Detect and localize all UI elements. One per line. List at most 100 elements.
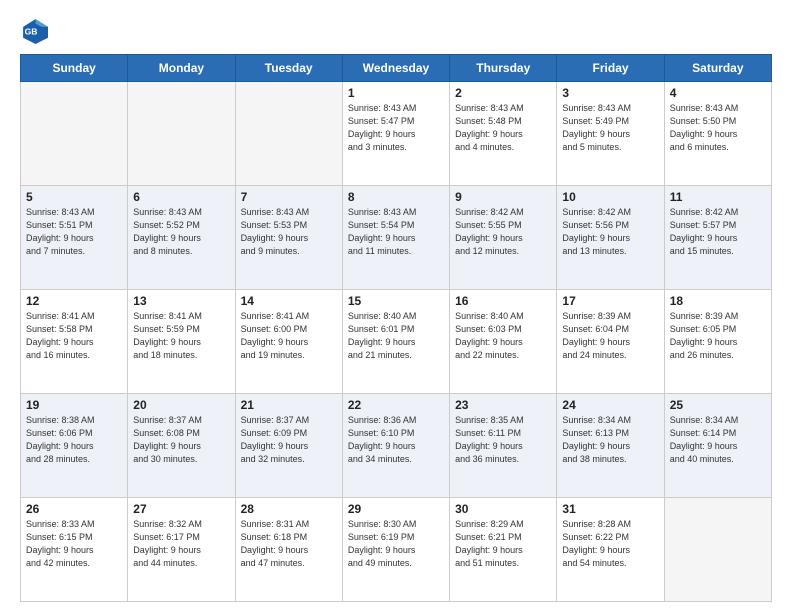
- day-info: Sunrise: 8:43 AM Sunset: 5:54 PM Dayligh…: [348, 206, 444, 258]
- calendar-empty-cell: [128, 82, 235, 186]
- day-number: 22: [348, 398, 444, 412]
- day-number: 27: [133, 502, 229, 516]
- calendar-day-1: 1 Sunrise: 8:43 AM Sunset: 5:47 PM Daylig…: [342, 82, 449, 186]
- calendar-day-23: 23 Sunrise: 8:35 AM Sunset: 6:11 PM Dayli…: [450, 394, 557, 498]
- day-info: Sunrise: 8:28 AM Sunset: 6:22 PM Dayligh…: [562, 518, 658, 570]
- calendar-day-17: 17 Sunrise: 8:39 AM Sunset: 6:04 PM Dayli…: [557, 290, 664, 394]
- day-info: Sunrise: 8:42 AM Sunset: 5:55 PM Dayligh…: [455, 206, 551, 258]
- day-info: Sunrise: 8:29 AM Sunset: 6:21 PM Dayligh…: [455, 518, 551, 570]
- day-header-wednesday: Wednesday: [342, 55, 449, 82]
- day-number: 16: [455, 294, 551, 308]
- day-header-tuesday: Tuesday: [235, 55, 342, 82]
- calendar-day-13: 13 Sunrise: 8:41 AM Sunset: 5:59 PM Dayli…: [128, 290, 235, 394]
- calendar-table: SundayMondayTuesdayWednesdayThursdayFrid…: [20, 54, 772, 602]
- day-info: Sunrise: 8:43 AM Sunset: 5:52 PM Dayligh…: [133, 206, 229, 258]
- calendar-day-3: 3 Sunrise: 8:43 AM Sunset: 5:49 PM Daylig…: [557, 82, 664, 186]
- calendar-day-2: 2 Sunrise: 8:43 AM Sunset: 5:48 PM Daylig…: [450, 82, 557, 186]
- logo: GB: [20, 16, 52, 44]
- calendar-week-5: 26 Sunrise: 8:33 AM Sunset: 6:15 PM Dayli…: [21, 498, 772, 602]
- day-info: Sunrise: 8:43 AM Sunset: 5:50 PM Dayligh…: [670, 102, 766, 154]
- day-number: 9: [455, 190, 551, 204]
- day-header-monday: Monday: [128, 55, 235, 82]
- day-info: Sunrise: 8:39 AM Sunset: 6:05 PM Dayligh…: [670, 310, 766, 362]
- day-info: Sunrise: 8:43 AM Sunset: 5:48 PM Dayligh…: [455, 102, 551, 154]
- calendar-day-16: 16 Sunrise: 8:40 AM Sunset: 6:03 PM Dayli…: [450, 290, 557, 394]
- calendar-empty-cell: [21, 82, 128, 186]
- day-info: Sunrise: 8:43 AM Sunset: 5:53 PM Dayligh…: [241, 206, 337, 258]
- header: GB: [20, 16, 772, 44]
- generalblue-logo-icon: GB: [20, 16, 48, 44]
- day-number: 8: [348, 190, 444, 204]
- day-number: 4: [670, 86, 766, 100]
- day-number: 3: [562, 86, 658, 100]
- day-number: 13: [133, 294, 229, 308]
- page: GB SundayMondayTuesdayWednesdayThursdayF…: [0, 0, 792, 612]
- day-number: 6: [133, 190, 229, 204]
- day-number: 11: [670, 190, 766, 204]
- calendar-day-31: 31 Sunrise: 8:28 AM Sunset: 6:22 PM Dayli…: [557, 498, 664, 602]
- day-info: Sunrise: 8:42 AM Sunset: 5:56 PM Dayligh…: [562, 206, 658, 258]
- day-number: 20: [133, 398, 229, 412]
- day-number: 26: [26, 502, 122, 516]
- day-number: 23: [455, 398, 551, 412]
- calendar-day-6: 6 Sunrise: 8:43 AM Sunset: 5:52 PM Daylig…: [128, 186, 235, 290]
- day-info: Sunrise: 8:32 AM Sunset: 6:17 PM Dayligh…: [133, 518, 229, 570]
- day-number: 12: [26, 294, 122, 308]
- day-number: 7: [241, 190, 337, 204]
- calendar-day-9: 9 Sunrise: 8:42 AM Sunset: 5:55 PM Daylig…: [450, 186, 557, 290]
- day-info: Sunrise: 8:37 AM Sunset: 6:08 PM Dayligh…: [133, 414, 229, 466]
- day-info: Sunrise: 8:43 AM Sunset: 5:49 PM Dayligh…: [562, 102, 658, 154]
- day-info: Sunrise: 8:35 AM Sunset: 6:11 PM Dayligh…: [455, 414, 551, 466]
- day-number: 1: [348, 86, 444, 100]
- day-info: Sunrise: 8:42 AM Sunset: 5:57 PM Dayligh…: [670, 206, 766, 258]
- day-number: 28: [241, 502, 337, 516]
- calendar-day-5: 5Sunrise: 8:43 AM Sunset: 5:51 PM Daylig…: [21, 186, 128, 290]
- calendar-day-30: 30 Sunrise: 8:29 AM Sunset: 6:21 PM Dayli…: [450, 498, 557, 602]
- day-info: Sunrise: 8:33 AM Sunset: 6:15 PM Dayligh…: [26, 518, 122, 570]
- calendar-day-11: 11 Sunrise: 8:42 AM Sunset: 5:57 PM Dayli…: [664, 186, 771, 290]
- calendar-day-19: 19 Sunrise: 8:38 AM Sunset: 6:06 PM Dayli…: [21, 394, 128, 498]
- day-number: 14: [241, 294, 337, 308]
- calendar-header-row: SundayMondayTuesdayWednesdayThursdayFrid…: [21, 55, 772, 82]
- day-number: 15: [348, 294, 444, 308]
- day-info: Sunrise: 8:41 AM Sunset: 5:58 PM Dayligh…: [26, 310, 122, 362]
- calendar-day-20: 20 Sunrise: 8:37 AM Sunset: 6:08 PM Dayli…: [128, 394, 235, 498]
- day-number: 24: [562, 398, 658, 412]
- calendar-day-24: 24 Sunrise: 8:34 AM Sunset: 6:13 PM Dayli…: [557, 394, 664, 498]
- calendar-day-29: 29Sunrise: 8:30 AM Sunset: 6:19 PM Dayli…: [342, 498, 449, 602]
- calendar-day-22: 22 Sunrise: 8:36 AM Sunset: 6:10 PM Dayli…: [342, 394, 449, 498]
- day-header-saturday: Saturday: [664, 55, 771, 82]
- day-info: Sunrise: 8:38 AM Sunset: 6:06 PM Dayligh…: [26, 414, 122, 466]
- day-number: 19: [26, 398, 122, 412]
- calendar-day-8: 8 Sunrise: 8:43 AM Sunset: 5:54 PM Daylig…: [342, 186, 449, 290]
- day-number: 31: [562, 502, 658, 516]
- day-info: Sunrise: 8:41 AM Sunset: 6:00 PM Dayligh…: [241, 310, 337, 362]
- calendar-empty-cell: [235, 82, 342, 186]
- day-info: Sunrise: 8:39 AM Sunset: 6:04 PM Dayligh…: [562, 310, 658, 362]
- calendar-day-14: 14 Sunrise: 8:41 AM Sunset: 6:00 PM Dayli…: [235, 290, 342, 394]
- calendar-day-10: 10 Sunrise: 8:42 AM Sunset: 5:56 PM Dayli…: [557, 186, 664, 290]
- day-info: Sunrise: 8:34 AM Sunset: 6:13 PM Dayligh…: [562, 414, 658, 466]
- day-info: Sunrise: 8:43 AM Sunset: 5:51 PM Dayligh…: [26, 206, 122, 258]
- day-header-thursday: Thursday: [450, 55, 557, 82]
- calendar-week-1: 1 Sunrise: 8:43 AM Sunset: 5:47 PM Daylig…: [21, 82, 772, 186]
- day-number: 10: [562, 190, 658, 204]
- calendar-day-12: 12 Sunrise: 8:41 AM Sunset: 5:58 PM Dayli…: [21, 290, 128, 394]
- day-info: Sunrise: 8:40 AM Sunset: 6:01 PM Dayligh…: [348, 310, 444, 362]
- day-number: 17: [562, 294, 658, 308]
- day-number: 21: [241, 398, 337, 412]
- day-number: 25: [670, 398, 766, 412]
- day-header-friday: Friday: [557, 55, 664, 82]
- day-number: 30: [455, 502, 551, 516]
- day-info: Sunrise: 8:41 AM Sunset: 5:59 PM Dayligh…: [133, 310, 229, 362]
- day-info: Sunrise: 8:36 AM Sunset: 6:10 PM Dayligh…: [348, 414, 444, 466]
- day-number: 2: [455, 86, 551, 100]
- day-info: Sunrise: 8:43 AM Sunset: 5:47 PM Dayligh…: [348, 102, 444, 154]
- calendar-day-25: 25Sunrise: 8:34 AM Sunset: 6:14 PM Dayli…: [664, 394, 771, 498]
- calendar-empty-cell: [664, 498, 771, 602]
- day-number: 29: [348, 502, 444, 516]
- day-info: Sunrise: 8:40 AM Sunset: 6:03 PM Dayligh…: [455, 310, 551, 362]
- calendar-day-7: 7 Sunrise: 8:43 AM Sunset: 5:53 PM Daylig…: [235, 186, 342, 290]
- calendar-day-27: 27 Sunrise: 8:32 AM Sunset: 6:17 PM Dayli…: [128, 498, 235, 602]
- day-header-sunday: Sunday: [21, 55, 128, 82]
